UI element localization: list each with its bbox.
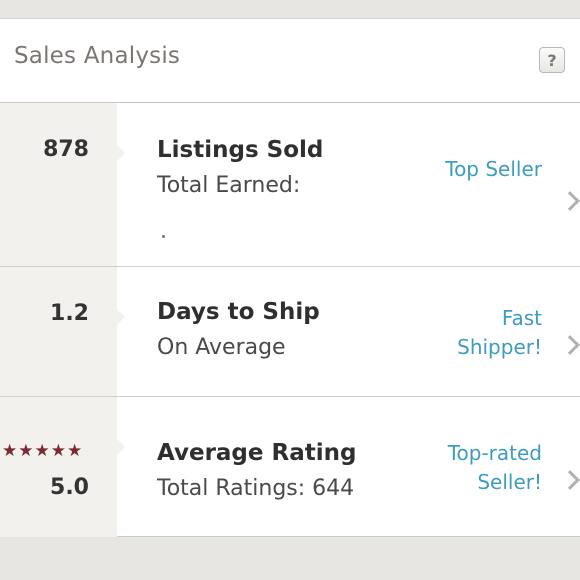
row-subtitle: Total Ratings: 644 [157,476,355,501]
chevron-right-icon[interactable] [560,191,580,211]
stat-column: ★★★★★ 5.0 [0,397,125,537]
chevron-right-icon[interactable] [560,335,580,355]
sales-analysis-panel: Sales Analysis ? 878 Listings Sold Total… [0,18,580,537]
top-seller-badge[interactable]: Top Seller [445,155,542,184]
row-title: Average Rating [157,440,357,466]
badge-line: Top Seller [445,157,542,181]
badge-line: Shipper! [457,335,542,359]
stat-column: 878 [0,103,125,266]
top-rated-seller-badge[interactable]: Top-rated Seller! [448,439,542,497]
row-days-to-ship[interactable]: 1.2 Days to Ship On Average Fast Shipper… [0,267,580,397]
row-listings-sold[interactable]: 878 Listings Sold Total Earned: Top Sell… [0,103,580,267]
row-title: Days to Ship [157,299,320,325]
row-subtitle: Total Earned: [157,173,301,198]
stat-column: 1.2 [0,267,125,396]
row-average-rating[interactable]: ★★★★★ 5.0 Average Rating Total Ratings: … [0,397,580,537]
badge-line: Top-rated [447,441,542,465]
badge-line: Seller! [477,470,542,494]
listings-sold-count: 878 [43,137,89,162]
badge-line: Fast [501,306,542,330]
panel-title: Sales Analysis [14,43,181,69]
row-subtitle: On Average [157,335,286,360]
days-to-ship-value: 1.2 [50,301,89,326]
average-rating-value: 5.0 [50,475,89,500]
row-title: Listings Sold [157,137,324,163]
help-button[interactable]: ? [539,47,565,73]
fast-shipper-badge[interactable]: Fast Shipper! [457,304,542,362]
redacted-amount [148,225,318,245]
star-icon: ★★★★★ [2,441,84,461]
chevron-right-icon[interactable] [560,470,580,490]
panel-header: Sales Analysis ? [0,19,580,103]
